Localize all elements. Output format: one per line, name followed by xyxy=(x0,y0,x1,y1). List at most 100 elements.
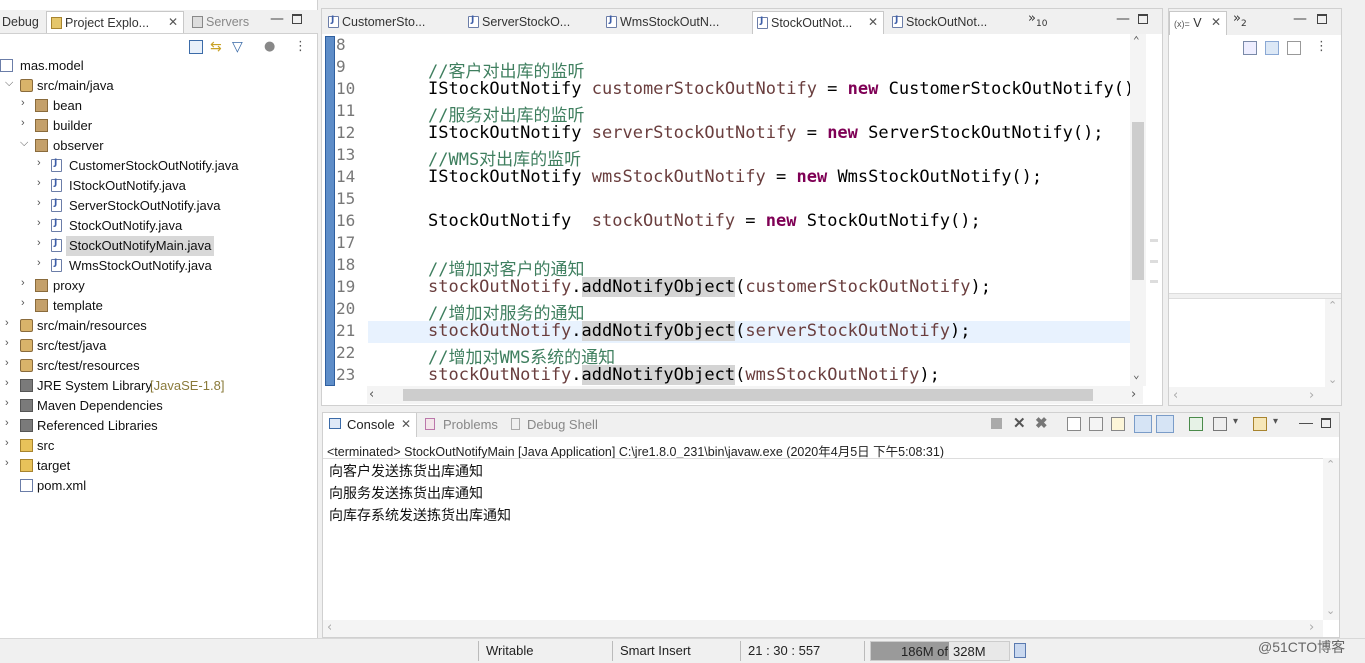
maximize-icon[interactable] xyxy=(1138,14,1148,24)
chevron-right-icon[interactable]: › xyxy=(5,437,9,449)
chevron-right-icon[interactable]: › xyxy=(37,177,41,189)
console-hscrollbar[interactable]: ‹ › xyxy=(323,620,1323,637)
tree-item-file[interactable]: › IStockOutNotify.java xyxy=(0,176,317,196)
tree-item-target[interactable]: › target xyxy=(0,456,317,476)
minimize-icon[interactable]: — xyxy=(270,11,284,27)
chevron-down-icon[interactable]: ⌵ xyxy=(20,137,28,150)
terminate-icon[interactable] xyxy=(991,418,1002,429)
scroll-left-icon[interactable]: ‹ xyxy=(369,387,374,402)
tree-item-mas-model[interactable]: mas.model xyxy=(0,56,317,76)
tree-item-template[interactable]: › template xyxy=(0,296,317,316)
chevron-right-icon[interactable]: › xyxy=(5,317,9,329)
chevron-right-icon[interactable]: › xyxy=(5,457,9,469)
show-on-stdout-icon[interactable] xyxy=(1134,415,1152,433)
editor-tab[interactable]: CustomerSto... xyxy=(324,11,460,33)
tab-debug-shell[interactable]: Debug Shell xyxy=(511,413,611,437)
maximize-icon[interactable] xyxy=(1317,14,1327,24)
tab-overflow-button[interactable]: »10 xyxy=(1028,11,1047,29)
scroll-lock-icon[interactable] xyxy=(1089,417,1103,431)
scroll-right-icon[interactable]: › xyxy=(1309,620,1314,635)
chevron-right-icon[interactable]: › xyxy=(5,397,9,409)
editor-tab[interactable]: ServerStockO... xyxy=(464,11,596,33)
tree-item-jre-library[interactable]: › JRE System Library [JavaSE-1.8] xyxy=(0,376,317,396)
pin-console-icon[interactable] xyxy=(1189,417,1203,431)
scroll-down-icon[interactable]: ⌄ xyxy=(1133,368,1140,381)
close-icon[interactable]: ✕ xyxy=(868,15,878,29)
details-scrollbar[interactable]: ⌃ ⌄ xyxy=(1325,299,1341,387)
variables-tab[interactable]: (x)= V ✕ xyxy=(1169,11,1227,35)
chevron-right-icon[interactable]: › xyxy=(37,157,41,169)
tab-console[interactable]: Console ✕ xyxy=(323,413,417,437)
console-vscrollbar[interactable]: ⌃ ⌄ xyxy=(1323,458,1339,620)
minimize-icon[interactable]: — xyxy=(1116,11,1130,27)
filter-icon[interactable]: ▽ xyxy=(232,40,246,54)
tree-item-observer[interactable]: ⌵ observer xyxy=(0,136,317,156)
editor-tab[interactable]: WmsStockOutN... xyxy=(602,11,750,33)
collapse-all-icon[interactable] xyxy=(189,40,203,54)
tree-item-proxy[interactable]: › proxy xyxy=(0,276,317,296)
scrollbar-thumb[interactable] xyxy=(1132,122,1144,280)
open-console-icon[interactable] xyxy=(1253,417,1267,431)
tab-project-explorer[interactable]: Project Explo... ✕ xyxy=(46,11,184,33)
tree-item-src-test-java[interactable]: › src/test/java xyxy=(0,336,317,356)
editor-tab-active[interactable]: StockOutNot... ✕ xyxy=(752,11,884,35)
tree-item-src-test-resources[interactable]: › src/test/resources xyxy=(0,356,317,376)
chevron-down-icon[interactable]: ▾ xyxy=(1233,416,1238,427)
insert-mode-status[interactable]: Smart Insert xyxy=(620,643,691,658)
scroll-down-icon[interactable]: ⌄ xyxy=(1328,373,1337,386)
scroll-right-icon[interactable]: › xyxy=(1309,388,1314,403)
link-with-editor-icon[interactable]: ⇆ xyxy=(210,40,224,54)
heap-status[interactable]: 186M of 328M xyxy=(870,641,1010,661)
display-selected-console-icon[interactable] xyxy=(1213,417,1227,431)
tree-item-file[interactable]: › ServerStockOutNotify.java xyxy=(0,196,317,216)
chevron-right-icon[interactable]: › xyxy=(5,357,9,369)
details-hscrollbar[interactable]: ‹ › xyxy=(1169,387,1341,405)
trash-icon[interactable] xyxy=(1014,643,1026,658)
tab-servers[interactable]: Servers xyxy=(188,11,264,33)
chevron-down-icon[interactable]: ▾ xyxy=(1273,416,1278,427)
clear-console-icon[interactable] xyxy=(1067,417,1081,431)
chevron-right-icon[interactable]: › xyxy=(37,217,41,229)
minimize-icon[interactable]: — xyxy=(1293,11,1307,27)
chevron-right-icon[interactable]: › xyxy=(21,97,25,109)
tab-overflow-button[interactable]: »2 xyxy=(1233,11,1247,29)
view-menu-icon[interactable]: ⋮ xyxy=(294,40,308,54)
tree-item-referenced-libraries[interactable]: › Referenced Libraries xyxy=(0,416,317,436)
tree-item-builder[interactable]: › builder xyxy=(0,116,317,136)
chevron-right-icon[interactable]: › xyxy=(37,257,41,269)
chevron-right-icon[interactable]: › xyxy=(21,297,25,309)
tree-item-pom[interactable]: pom.xml xyxy=(0,476,317,496)
remove-all-terminated-icon[interactable]: ✖ xyxy=(1035,416,1049,431)
collapse-all-icon[interactable] xyxy=(1287,41,1301,55)
view-menu-icon[interactable]: ⋮ xyxy=(1315,39,1329,54)
editor-tab[interactable]: StockOutNot... xyxy=(888,11,1008,33)
tree-item-file[interactable]: › StockOutNotify.java xyxy=(0,216,317,236)
scroll-up-icon[interactable]: ⌃ xyxy=(1326,458,1335,471)
tree-item-file[interactable]: › CustomerStockOutNotify.java xyxy=(0,156,317,176)
tree-item-maven-dependencies[interactable]: › Maven Dependencies xyxy=(0,396,317,416)
tab-problems[interactable]: Problems xyxy=(423,413,507,437)
scroll-up-icon[interactable]: ⌃ xyxy=(1133,34,1140,47)
close-icon[interactable]: ✕ xyxy=(1211,15,1221,29)
tree-item-file[interactable]: › WmsStockOutNotify.java xyxy=(0,256,317,276)
scroll-left-icon[interactable]: ‹ xyxy=(327,620,332,635)
scroll-right-icon[interactable]: › xyxy=(1131,387,1136,402)
horizontal-scrollbar[interactable]: ‹ › xyxy=(367,386,1143,404)
cursor-position[interactable]: 21 : 30 : 557 xyxy=(748,643,820,658)
chevron-right-icon[interactable]: › xyxy=(5,337,9,349)
tab-debug[interactable]: Debug xyxy=(0,11,46,33)
scroll-down-icon[interactable]: ⌄ xyxy=(1326,604,1335,617)
remove-launch-icon[interactable]: ✕ xyxy=(1013,416,1027,431)
show-type-names-icon[interactable] xyxy=(1243,41,1257,55)
chevron-right-icon[interactable]: › xyxy=(5,377,9,389)
console-output[interactable]: 向客户发送拣货出库通知 向服务发送拣货出库通知 向库存系统发送拣货出库通知 xyxy=(323,458,1323,620)
show-on-stderr-icon[interactable] xyxy=(1156,415,1174,433)
word-wrap-icon[interactable] xyxy=(1111,417,1125,431)
focus-icon[interactable]: ● xyxy=(264,40,278,54)
maximize-icon[interactable] xyxy=(1321,418,1331,428)
details-divider[interactable] xyxy=(1169,293,1341,299)
scroll-up-icon[interactable]: ⌃ xyxy=(1328,299,1337,312)
close-icon[interactable]: ✕ xyxy=(168,15,178,29)
scrollbar-thumb[interactable] xyxy=(403,389,1093,401)
maximize-icon[interactable] xyxy=(292,14,302,24)
